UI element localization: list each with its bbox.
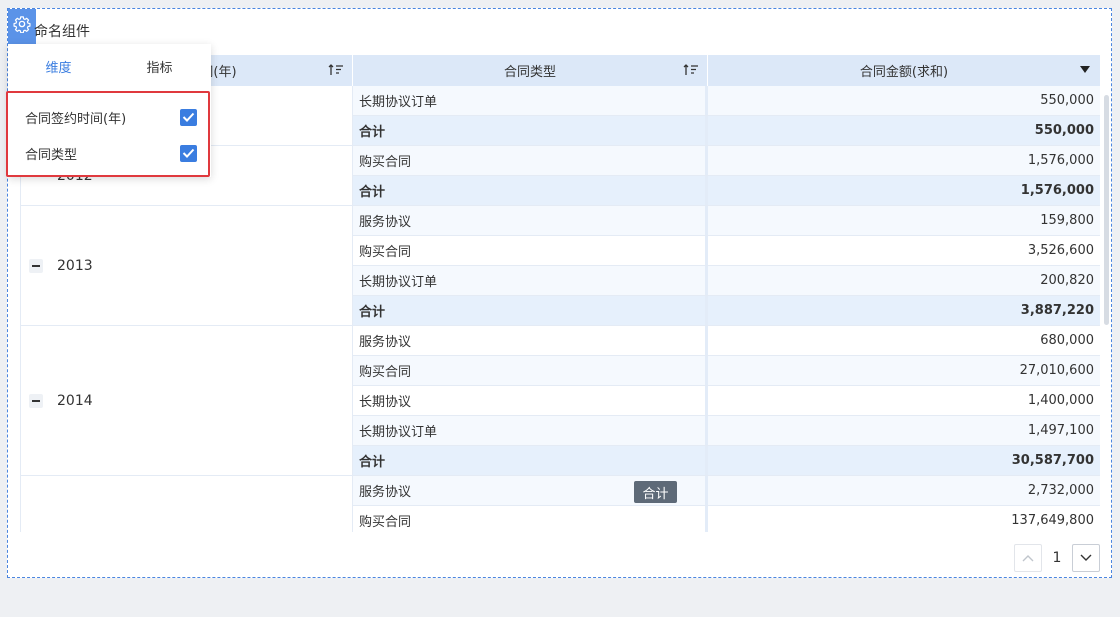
sort-icon[interactable] <box>328 63 344 77</box>
cell-contract-amount: 550,000 <box>1040 93 1094 108</box>
widget-title: 命名组件 <box>34 24 90 40</box>
checkmark-icon <box>182 112 195 122</box>
table-row: 服务协议 680,000 <box>353 326 1100 356</box>
cell-contract-amount: 2,732,000 <box>1027 483 1094 498</box>
table-row: 购买合同 1,576,000 <box>353 146 1100 176</box>
vertical-scrollbar[interactable] <box>1104 95 1109 325</box>
next-page-button[interactable] <box>1072 544 1100 572</box>
cell-contract-amount: 200,820 <box>1040 273 1094 288</box>
cell-contract-type: 合计 <box>353 176 708 205</box>
cell-contract-type: 长期协议订单 <box>353 86 708 115</box>
cell-contract-amount: 3,887,220 <box>1020 303 1094 318</box>
table-row: 服务协议 2,732,000 <box>353 476 1100 506</box>
option-contract-type[interactable]: 合同类型 <box>25 143 197 163</box>
gear-icon <box>13 16 31 33</box>
table-row: 长期协议订单 1,497,100 <box>353 416 1100 446</box>
cell-contract-amount: 550,000 <box>1034 123 1094 138</box>
sort-icon[interactable] <box>683 63 699 77</box>
table-row: 服务协议 159,800 <box>353 206 1100 236</box>
year-group-cell: 2013 <box>20 206 353 326</box>
table-row: 购买合同 3,526,600 <box>353 236 1100 266</box>
table-row: 购买合同 137,649,800 <box>353 506 1100 532</box>
widget-settings-button[interactable] <box>8 9 36 45</box>
cell-contract-type: 长期协议订单 <box>353 266 708 295</box>
dimension-options-box: 合同签约时间(年) 合同类型 <box>6 91 210 177</box>
checkbox-checked[interactable] <box>180 108 197 126</box>
cell-contract-amount: 1,497,100 <box>1027 423 1094 438</box>
prev-page-button[interactable] <box>1014 544 1042 572</box>
header-contract-amount[interactable]: 合同金额(求和) <box>708 55 1100 86</box>
cell-contract-amount: 1,400,000 <box>1027 393 1094 408</box>
checkmark-icon <box>182 148 195 158</box>
subtotal-row: 合计 30,587,700 <box>353 446 1100 476</box>
cell-contract-amount: 1,576,000 <box>1027 153 1094 168</box>
tab-dimension[interactable]: 维度 <box>8 44 109 88</box>
header-contract-type[interactable]: 合同类型 <box>353 55 708 86</box>
pagination: 1 <box>1014 544 1100 572</box>
collapse-icon[interactable] <box>29 258 43 273</box>
subtotal-row: 合计 3,887,220 <box>353 296 1100 326</box>
year-group-cell: 2014 <box>20 326 353 476</box>
cell-contract-type: 长期协议订单 <box>353 416 708 445</box>
cell-contract-type: 合计 <box>353 446 708 475</box>
collapse-icon[interactable] <box>29 393 43 408</box>
cell-contract-type: 购买合同 <box>353 236 708 265</box>
page-number: 1 <box>1052 550 1062 566</box>
checkbox-checked[interactable] <box>180 144 197 162</box>
table-row: 购买合同 27,010,600 <box>353 356 1100 386</box>
tooltip: 合计 <box>634 481 677 503</box>
table-row: 长期协议 1,400,000 <box>353 386 1100 416</box>
cell-contract-type: 合计 <box>353 116 708 145</box>
cell-contract-amount: 137,649,800 <box>1011 513 1094 528</box>
tab-metric[interactable]: 指标 <box>109 44 210 88</box>
cell-contract-amount: 27,010,600 <box>1019 363 1094 378</box>
cell-contract-amount: 159,800 <box>1040 213 1094 228</box>
subtotal-row: 合计 550,000 <box>353 116 1100 146</box>
cell-contract-type: 服务协议 <box>353 326 708 355</box>
cell-contract-type: 购买合同 <box>353 356 708 385</box>
cell-contract-amount: 1,576,000 <box>1020 183 1094 198</box>
cell-contract-amount: 3,526,600 <box>1027 243 1094 258</box>
cell-contract-type: 长期协议 <box>353 386 708 415</box>
cell-contract-amount: 680,000 <box>1040 333 1094 348</box>
cell-contract-type: 服务协议 <box>353 206 708 235</box>
year-group-cell <box>20 476 353 532</box>
table-row: 长期协议订单 200,820 <box>353 266 1100 296</box>
chevron-up-icon <box>1022 555 1034 562</box>
popup-tabs: 维度 指标 <box>8 44 211 88</box>
cell-contract-amount: 30,587,700 <box>1011 453 1094 468</box>
chevron-down-icon <box>1080 554 1092 561</box>
cell-contract-type: 购买合同 <box>353 146 708 175</box>
cell-contract-type: 购买合同 <box>353 506 708 532</box>
table-row: 长期协议订单 550,000 <box>353 86 1100 116</box>
option-contract-year[interactable]: 合同签约时间(年) <box>25 107 197 127</box>
dropdown-arrow-icon[interactable] <box>1080 66 1090 73</box>
subtotal-row: 合计 1,576,000 <box>353 176 1100 206</box>
cell-contract-type: 合计 <box>353 296 708 325</box>
